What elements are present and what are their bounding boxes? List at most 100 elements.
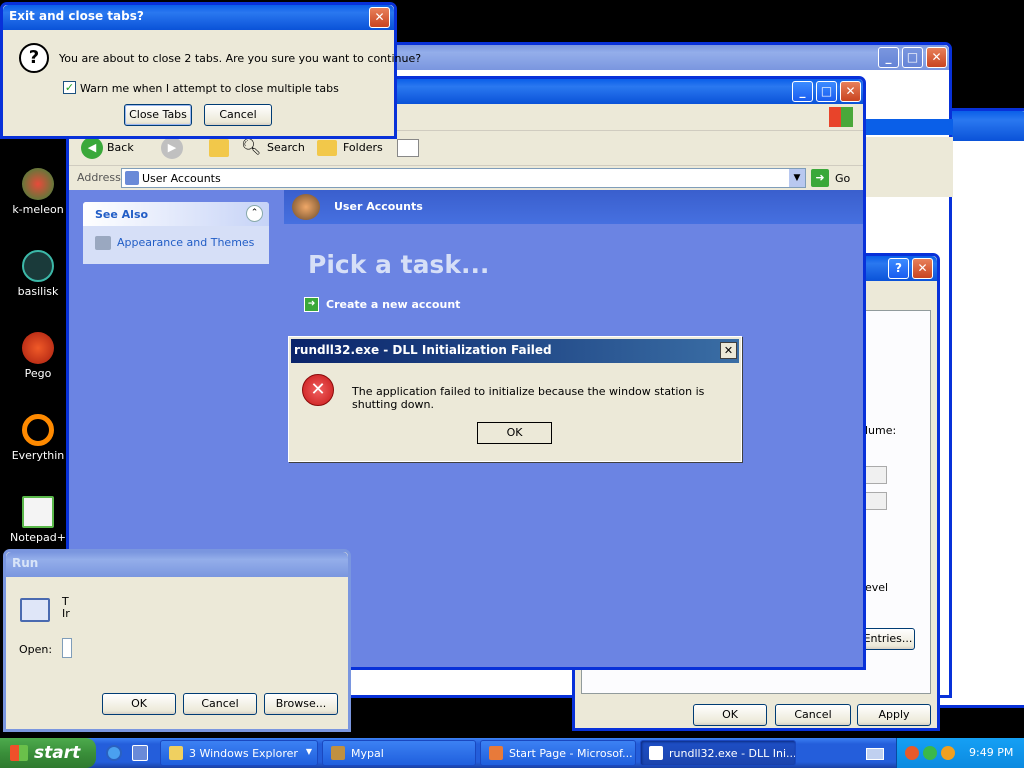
close-button[interactable]: ✕ [926,47,947,68]
browse-button[interactable]: Browse... [264,693,338,715]
forward-arrow-icon[interactable]: ▶ [161,137,183,159]
ie-icon[interactable] [106,745,122,761]
open-input[interactable] [62,638,72,658]
taskbar-item-start-page[interactable]: Start Page - Microsof... [480,740,636,766]
taskbar-item-label: Start Page - Microsof... [509,747,633,760]
close-tabs-button[interactable]: Close Tabs [124,104,192,126]
desktop-icon-basilisk[interactable]: basilisk [8,250,68,298]
help-button[interactable]: ? [888,258,909,279]
run-icon [20,598,50,622]
address-bar: Address User Accounts ▼ ➜ Go [69,166,863,190]
appearance-themes-icon [95,236,111,250]
back-button[interactable]: ◀ Back [81,137,151,159]
see-also-title: See Also [95,208,149,221]
exit-message: You are about to close 2 tabs. Are you s… [59,52,422,65]
close-button[interactable]: ✕ [912,258,933,279]
volume-label: lume: [865,424,897,437]
green-arrow-icon: ➜ [304,297,319,312]
minimize-button[interactable]: _ [878,47,899,68]
browser-icon [489,746,503,760]
go-arrow-icon: ➜ [811,169,829,187]
error-dialog[interactable]: rundll32.exe - DLL Initialization Failed… [288,336,742,462]
go-label: Go [835,172,851,185]
taskbar-item-mypal[interactable]: Mypal [322,740,476,766]
minimize-button[interactable]: _ [792,81,813,102]
warn-checkbox[interactable]: ✓ [63,81,76,94]
taskbar-item-label: rundll32.exe - DLL Ini... [669,747,796,760]
address-label: Address [77,171,121,184]
run-dialog[interactable]: Run T Ir Open: OK Cancel Browse... [3,549,351,732]
folders-button[interactable]: Folders [317,137,389,159]
dropdown-arrow-icon[interactable]: ▼ [789,169,805,187]
search-label: Search [267,141,305,154]
mypal-icon [331,746,345,760]
back-label: Back [107,141,134,154]
folders-label: Folders [343,141,383,154]
search-button[interactable]: 🔍︎ Search [241,137,311,159]
desktop-icon-k-meleon[interactable]: k-meleon [8,168,68,216]
back-arrow-icon: ◀ [81,137,103,159]
window-icon [649,746,663,760]
k-meleon-icon [22,168,54,200]
close-button[interactable]: ✕ [720,342,737,359]
maximize-button[interactable]: □ [816,81,837,102]
desktop-icon-label: basilisk [17,285,59,298]
up-folder-icon[interactable] [209,139,229,157]
everything-icon [22,414,54,446]
keyboard-icon[interactable] [866,748,884,760]
cancel-button[interactable]: Cancel [775,704,851,726]
pick-task-heading: Pick a task... [308,250,490,279]
cancel-button[interactable]: Cancel [204,104,272,126]
views-icon[interactable] [397,139,419,157]
desktop-icon-label: k-meleon [12,203,64,216]
desktop-icon-notepad[interactable]: Notepad+ [8,496,68,544]
warn-checkbox-label[interactable]: Warn me when I attempt to close multiple… [80,82,339,95]
taskbar-item-rundll32[interactable]: rundll32.exe - DLL Ini... [640,740,796,766]
ok-button[interactable]: OK [693,704,767,726]
desktop-icon-pego[interactable]: Pego [8,332,68,380]
system-tray: 9:49 PM [896,738,1024,768]
desktop-icon[interactable] [132,745,148,761]
clock[interactable]: 9:49 PM [969,746,1013,759]
address-icon [125,171,139,185]
basilisk-icon [22,250,54,282]
exit-tabs-dialog[interactable]: Exit and close tabs? ✕ ? You are about t… [0,2,421,139]
close-button[interactable]: ✕ [369,7,390,28]
error-title: rundll32.exe - DLL Initialization Failed [294,343,552,357]
see-also-item[interactable]: Appearance and Themes [95,234,265,252]
collapse-icon[interactable]: ⌃ [246,205,263,222]
see-also-panel: See Also ⌃ Appearance and Themes [83,202,269,264]
exit-title: Exit and close tabs? [9,9,144,23]
tray-icon-2[interactable] [923,746,937,760]
address-value: User Accounts [142,172,221,185]
desktop-icon-label: Pego [24,367,52,380]
see-also-header[interactable]: See Also ⌃ [83,202,269,226]
start-button[interactable]: start [0,738,96,768]
error-message: The application failed to initialize bec… [352,385,705,411]
content-header: User Accounts [284,190,863,224]
task-label: Create a new account [326,298,461,311]
windows-flag-icon [10,745,28,761]
ok-button[interactable]: OK [477,422,552,444]
pego-icon [22,332,54,364]
level-dropdown[interactable] [865,492,887,510]
tray-icon-1[interactable] [905,746,919,760]
entries-button[interactable]: Entries... [861,628,915,650]
cancel-button[interactable]: Cancel [183,693,257,715]
maximize-button[interactable]: □ [902,47,923,68]
ok-button[interactable]: OK [102,693,176,715]
see-also-item-label: Appearance and Themes [117,236,255,249]
taskbar-item-label: 3 Windows Explorer [189,747,298,760]
task-create-account[interactable]: ➜ Create a new account [304,296,504,314]
address-input[interactable]: User Accounts ▼ [121,168,806,188]
go-button[interactable]: ➜ Go [811,168,859,188]
folder-icon [169,746,183,760]
volume-dropdown[interactable] [865,466,887,484]
close-button[interactable]: ✕ [840,81,861,102]
apply-button[interactable]: Apply [857,704,931,726]
desktop-icon-everything[interactable]: Everythin [8,414,68,462]
taskbar-item-windows-explorer[interactable]: 3 Windows Explorer ▼ [160,740,318,766]
tray-icon-3[interactable] [941,746,955,760]
level-label: evel [865,581,889,594]
title-bar: Exit and close tabs? [3,5,394,30]
